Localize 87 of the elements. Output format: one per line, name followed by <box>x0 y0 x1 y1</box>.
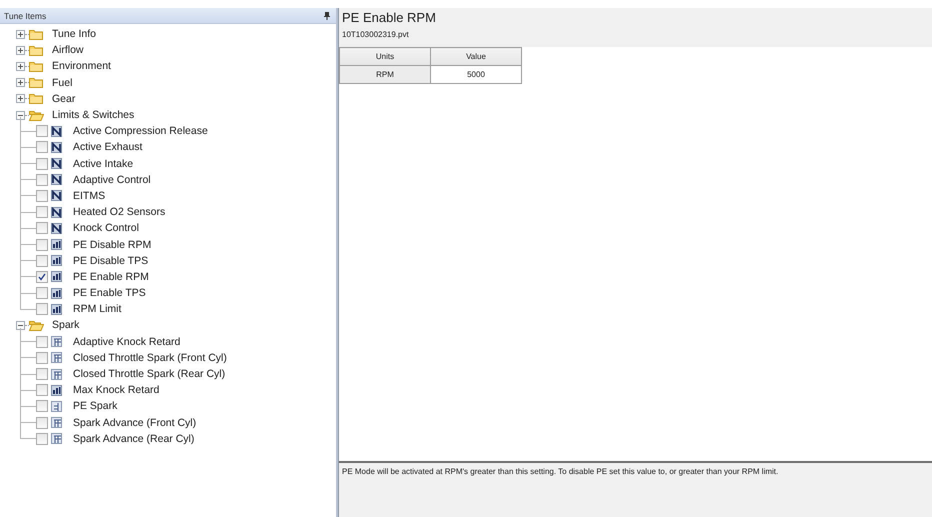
tree-item-label[interactable]: PE Disable RPM <box>73 238 152 251</box>
grid-icon <box>51 352 62 364</box>
checkbox[interactable] <box>36 174 48 186</box>
expand-toggle[interactable] <box>16 94 25 104</box>
checkbox[interactable] <box>36 336 48 348</box>
checkbox[interactable] <box>36 270 48 283</box>
expand-toggle[interactable] <box>16 62 25 71</box>
column-header: Value <box>430 48 522 66</box>
tree-folder-label[interactable]: Tune Info <box>52 28 96 40</box>
tree-item-label[interactable]: PE Disable TPS <box>73 254 148 267</box>
bar-chart-icon <box>51 255 62 266</box>
bar-chart-icon <box>51 271 62 282</box>
row-header: RPM <box>340 66 430 84</box>
tree-item-label[interactable]: Closed Throttle Spark (Front Cyl) <box>73 352 227 364</box>
description-text: PE Mode will be activated at RPM's greater than this setting. To disable PE set this value to, or greater than your RPM limit. <box>339 461 932 517</box>
checkbox[interactable] <box>36 416 48 429</box>
grid-icon <box>51 368 62 380</box>
folder-icon <box>29 77 44 88</box>
switch-icon <box>51 126 62 137</box>
tree-item-label[interactable]: Heated O2 Sensors <box>73 206 166 218</box>
tree-item-label[interactable]: RPM Limit <box>73 303 122 316</box>
grid-icon <box>51 433 62 444</box>
folder-icon <box>29 60 44 72</box>
tree-folder-label[interactable]: Limits & Switches <box>52 109 134 122</box>
checkbox[interactable] <box>36 206 48 218</box>
grid-icon <box>51 400 62 412</box>
switch-icon <box>51 142 62 153</box>
checkbox[interactable] <box>36 125 48 138</box>
tree-folder-label[interactable]: Airflow <box>52 44 84 56</box>
bar-chart-icon <box>51 384 62 396</box>
folder-icon <box>29 44 44 56</box>
open-folder-icon <box>29 110 44 121</box>
switch-icon <box>51 206 62 218</box>
collapse-toggle[interactable] <box>16 320 25 330</box>
tree-item-label[interactable]: PE Spark <box>73 400 118 412</box>
switch-icon <box>51 222 62 234</box>
checkbox[interactable] <box>36 303 48 316</box>
tree-item-label[interactable]: Adaptive Control <box>73 174 151 186</box>
checkbox[interactable] <box>36 384 48 396</box>
tree-folder-label[interactable]: Gear <box>52 92 76 105</box>
switch-icon <box>51 190 62 202</box>
grid-icon <box>51 417 62 428</box>
tree-item-label[interactable]: Spark Advance (Rear Cyl) <box>73 432 194 445</box>
tree-folder-label[interactable]: Environment <box>52 60 111 72</box>
tree-item-label[interactable]: Knock Control <box>73 222 139 234</box>
collapse-toggle[interactable] <box>16 110 25 120</box>
checkbox[interactable] <box>36 158 48 170</box>
folder-icon <box>29 93 44 104</box>
tree-item-label[interactable]: Closed Throttle Spark (Rear Cyl) <box>73 368 226 380</box>
checkbox[interactable] <box>36 254 48 267</box>
bar-chart-icon <box>51 239 62 250</box>
tree-item-label[interactable]: EITMS <box>73 190 106 202</box>
tree-folder-label[interactable]: Spark <box>52 319 80 332</box>
checkbox[interactable] <box>36 352 48 364</box>
column-header: Units <box>340 48 430 66</box>
tree-item-label[interactable]: PE Enable RPM <box>73 270 149 283</box>
parameter-title: PE Enable RPM <box>342 10 437 26</box>
checkbox[interactable] <box>36 368 48 380</box>
expand-toggle[interactable] <box>16 30 25 39</box>
checkbox[interactable] <box>36 141 48 154</box>
file-name: 10T103002319.pvt <box>342 30 410 39</box>
tree-item-label[interactable]: PE Enable TPS <box>73 287 146 300</box>
pin-icon[interactable] <box>324 12 330 20</box>
grid-icon <box>51 336 62 348</box>
checkbox[interactable] <box>36 432 48 445</box>
open-folder-icon <box>29 320 44 331</box>
checkbox[interactable] <box>36 400 48 412</box>
bar-chart-icon <box>51 288 62 299</box>
tree-item-label[interactable]: Spark Advance (Front Cyl) <box>73 416 196 429</box>
tree-item-label[interactable]: Active Intake <box>73 158 134 170</box>
tree-item-label[interactable]: Active Compression Release <box>73 125 208 138</box>
checkbox[interactable] <box>36 287 48 300</box>
switch-icon <box>51 174 62 186</box>
value-cell[interactable]: 5000 <box>430 66 522 84</box>
checkbox[interactable] <box>36 238 48 251</box>
switch-icon <box>51 158 62 170</box>
tree-item-label[interactable]: Active Exhaust <box>73 141 142 154</box>
panel-title: Tune Items <box>4 10 46 20</box>
checkbox[interactable] <box>36 222 48 234</box>
expand-toggle[interactable] <box>16 78 25 88</box>
tree-item-label[interactable]: Max Knock Retard <box>73 384 160 396</box>
tree-item-label[interactable]: Adaptive Knock Retard <box>73 336 180 348</box>
checkbox[interactable] <box>36 190 48 202</box>
bar-chart-icon <box>51 304 62 315</box>
tree-folder-label[interactable]: Fuel <box>52 76 72 89</box>
folder-icon <box>29 28 44 40</box>
expand-toggle[interactable] <box>16 46 25 55</box>
